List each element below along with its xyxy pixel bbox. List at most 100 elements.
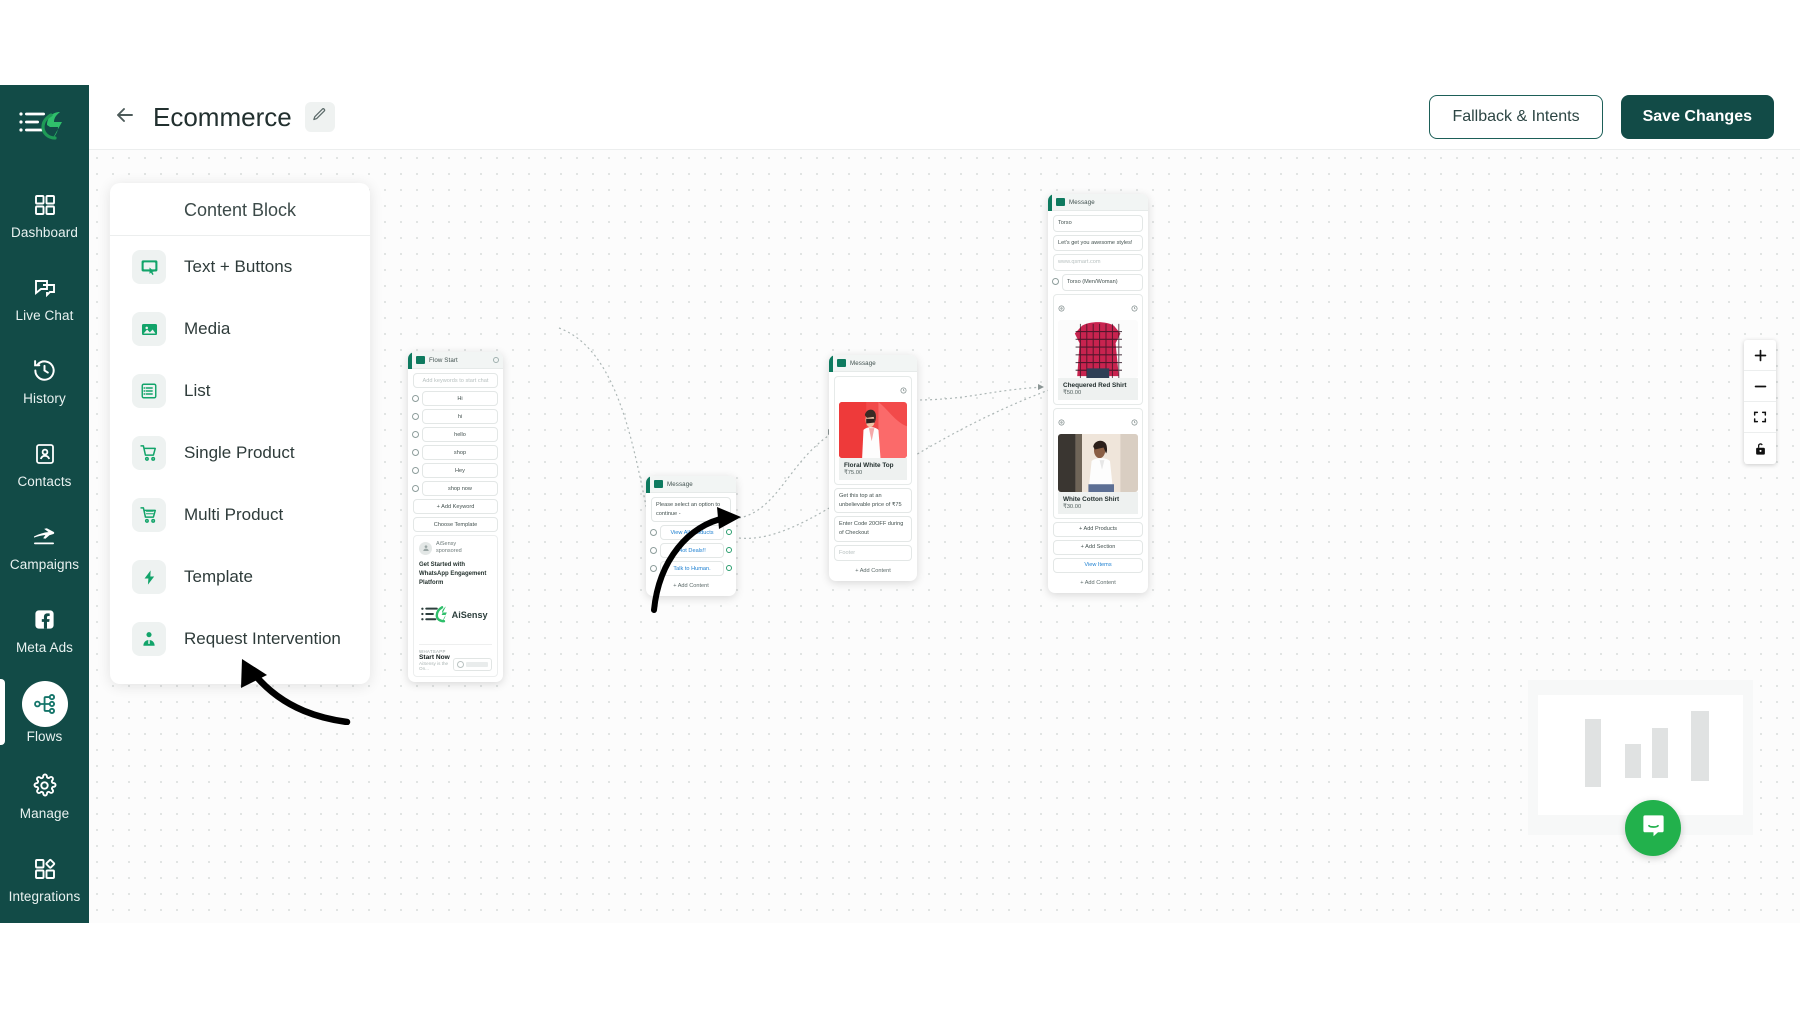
section-title[interactable]: Torso (Men/Woman) — [1062, 273, 1143, 291]
page-header: Ecommerce Fallback & Intents Save Change… — [89, 85, 1800, 150]
option-row[interactable]: View All Products — [650, 525, 732, 541]
keyword-chip[interactable]: hello — [422, 427, 498, 442]
footer-input[interactable]: Footer — [834, 544, 912, 562]
row-handle-icon[interactable] — [412, 467, 419, 474]
content-block-template[interactable]: Template — [110, 546, 370, 608]
option-output-handle[interactable] — [726, 565, 732, 572]
save-changes-button[interactable]: Save Changes — [1620, 95, 1774, 139]
flow-node-catalog-message[interactable]: Message Torso Let's get you awesome styl… — [1048, 194, 1148, 593]
sidebar-item-manage[interactable]: Manage — [0, 754, 89, 837]
brand-logo: AiSensy — [419, 604, 492, 624]
product-settings-icon[interactable] — [1131, 413, 1138, 431]
add-content-button[interactable]: + Add Content — [651, 579, 731, 591]
sidebar-item-history[interactable]: History — [0, 339, 89, 422]
product-price: ₹30.00 — [1063, 503, 1082, 510]
body-line-1: Get this top at an unbelievable price of… — [839, 493, 902, 508]
option-row[interactable]: Hot Deals!! — [650, 543, 732, 559]
content-block-multi-product[interactable]: Multi Product — [110, 484, 370, 546]
keyword-chip[interactable]: shop now — [422, 481, 498, 496]
minimap-viewport — [1538, 695, 1743, 815]
content-block-label: List — [184, 381, 211, 400]
keyword-row[interactable]: shop now — [412, 481, 498, 496]
option-row[interactable]: Talk to Human. — [650, 561, 732, 577]
zoom-out-button[interactable] — [1744, 371, 1776, 402]
row-handle-icon[interactable] — [412, 413, 419, 420]
fit-view-button[interactable] — [1744, 402, 1776, 433]
back-button[interactable] — [109, 101, 141, 133]
product-image — [1058, 433, 1138, 492]
keyword-chip[interactable]: Hi — [422, 391, 498, 406]
content-block-text-buttons[interactable]: Text + Buttons — [110, 236, 370, 298]
panel-title: Content Block — [110, 183, 370, 236]
whatsapp-icon — [457, 660, 464, 668]
sidebar-item-dashboard[interactable]: Dashboard — [0, 173, 89, 256]
option-button[interactable]: View All Products — [660, 525, 724, 541]
product-price: ₹75.00 — [844, 470, 863, 476]
sidebar-item-flows[interactable]: Flows — [0, 671, 89, 754]
footer-input[interactable]: www.qsmart.com — [1053, 254, 1143, 271]
view-items-button[interactable]: View Items — [1053, 557, 1143, 573]
flow-node-product-message[interactable]: Message Floral White Top ₹75.00 Get this… — [829, 355, 917, 582]
keyword-chip[interactable]: shop — [422, 445, 498, 460]
product-settings-icon[interactable] — [1131, 299, 1138, 317]
flow-node-flow-start[interactable]: Flow Start Add keywords to start chat Hi… — [408, 352, 503, 682]
add-content-button[interactable]: + Add Content — [1053, 576, 1143, 588]
row-handle-icon[interactable] — [412, 449, 419, 456]
sidebar-item-label: Meta Ads — [15, 639, 74, 655]
body-input[interactable]: Let's get you awesome styles! — [1053, 234, 1143, 252]
keyword-row[interactable]: hi — [412, 409, 498, 424]
keyword-chip[interactable]: hi — [422, 409, 498, 424]
add-content-button[interactable]: + Add Content — [834, 564, 912, 576]
top-white-band — [0, 0, 1800, 85]
media-settings-icon[interactable] — [900, 381, 907, 399]
option-output-handle[interactable] — [726, 529, 732, 536]
row-handle-icon[interactable] — [1052, 277, 1059, 285]
row-handle-icon[interactable] — [412, 485, 419, 492]
keyword-row[interactable]: hello — [412, 427, 498, 442]
row-handle-icon[interactable] — [650, 547, 657, 555]
sidebar-item-meta-ads[interactable]: Meta Ads — [0, 588, 89, 671]
header-input[interactable]: Torso — [1053, 215, 1143, 232]
product-drag-handle-icon[interactable] — [1058, 413, 1065, 431]
content-block-request-intervention[interactable]: Request Intervention — [110, 608, 370, 670]
keyword-chip[interactable]: Hey — [422, 463, 498, 478]
row-handle-icon[interactable] — [650, 565, 657, 573]
choose-template-button[interactable]: Choose Template — [413, 517, 498, 532]
row-handle-icon[interactable] — [650, 529, 657, 537]
keyword-input[interactable]: Add keywords to start chat — [413, 373, 498, 388]
message-body[interactable]: Please select an option to continue - — [651, 497, 731, 523]
edit-title-button[interactable] — [304, 102, 335, 132]
sidebar-item-contacts[interactable]: Contacts — [0, 422, 89, 505]
product-drag-handle-icon[interactable] — [1058, 299, 1065, 317]
message-body-2[interactable]: Enter Code 20OFF during of Checkout — [834, 516, 912, 542]
content-block-list[interactable]: List — [110, 360, 370, 422]
option-button[interactable]: Talk to Human. — [660, 561, 724, 577]
section-row[interactable]: Torso (Men/Woman) — [1052, 273, 1143, 291]
row-handle-icon[interactable] — [412, 431, 419, 438]
add-products-button[interactable]: + Add Products — [1053, 521, 1143, 537]
content-block-single-product[interactable]: Single Product — [110, 422, 370, 484]
sidebar-item-label: Live Chat — [15, 307, 74, 323]
option-button[interactable]: Hot Deals!! — [660, 543, 724, 559]
facebook-icon — [30, 605, 60, 635]
add-section-button[interactable]: + Add Section — [1053, 539, 1143, 555]
zoom-in-button[interactable] — [1744, 340, 1776, 371]
aisensy-logo[interactable] — [15, 99, 75, 151]
flow-node-options-message[interactable]: Message Please select an option to conti… — [646, 476, 736, 597]
keyword-row[interactable]: shop — [412, 445, 498, 460]
intercom-chat-button[interactable] — [1625, 800, 1681, 856]
sidebar-item-integrations[interactable]: Integrations — [0, 837, 89, 920]
lock-button[interactable] — [1744, 433, 1776, 464]
message-body[interactable]: Get this top at an unbelievable price of… — [834, 488, 912, 514]
node-output-handle[interactable] — [493, 357, 499, 363]
keyword-row[interactable]: Hi — [412, 391, 498, 406]
option-output-handle[interactable] — [726, 547, 732, 554]
content-block-media[interactable]: Media — [110, 298, 370, 360]
sidebar-item-campaigns[interactable]: Campaigns — [0, 505, 89, 588]
fallback-intents-button[interactable]: Fallback & Intents — [1429, 95, 1603, 139]
sidebar-item-live-chat[interactable]: Live Chat — [0, 256, 89, 339]
keyword-row[interactable]: Hey — [412, 463, 498, 478]
product-image — [1058, 319, 1138, 378]
add-keyword-button[interactable]: + Add Keyword — [413, 499, 498, 514]
row-handle-icon[interactable] — [412, 395, 419, 402]
